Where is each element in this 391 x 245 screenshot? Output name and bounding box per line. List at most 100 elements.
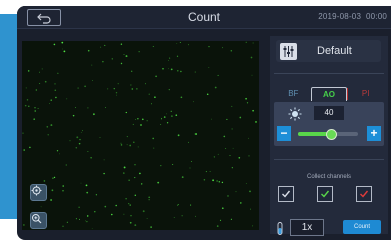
cell-dot — [212, 179, 215, 182]
magnification-value[interactable]: 1x — [290, 219, 324, 236]
cell-dot — [209, 171, 211, 172]
cell-dot — [214, 86, 217, 89]
cell-dot — [61, 41, 64, 44]
cell-dot — [55, 96, 57, 99]
count-button[interactable]: Count — [343, 220, 381, 234]
cell-dot — [208, 45, 210, 48]
cell-dot — [130, 214, 132, 217]
cell-dot — [104, 44, 106, 46]
cell-dot — [86, 215, 89, 217]
cell-dot — [52, 177, 54, 180]
cell-dot — [80, 131, 82, 133]
cell-dot — [176, 55, 179, 57]
cell-dot — [168, 60, 170, 61]
cell-dot — [217, 153, 219, 155]
cell-dot — [206, 93, 209, 95]
cell-dot — [39, 83, 41, 84]
cell-dot — [95, 194, 98, 196]
cell-dot — [251, 74, 253, 76]
cell-dot — [162, 68, 164, 70]
cell-dot — [145, 83, 146, 85]
cell-dot — [107, 88, 109, 90]
cell-dot — [231, 105, 233, 107]
cell-dot — [43, 180, 46, 182]
cell-dot — [120, 62, 123, 65]
cell-dot — [93, 113, 95, 116]
cell-dot — [222, 47, 224, 49]
cell-dot — [79, 218, 80, 220]
cell-dot — [177, 134, 180, 137]
cell-dot — [100, 46, 102, 48]
cell-dot — [148, 199, 150, 201]
default-button[interactable]: Default — [276, 40, 381, 62]
cell-dot — [34, 110, 36, 112]
cell-dot — [91, 64, 93, 66]
cell-dot — [141, 118, 144, 121]
cell-dot — [180, 96, 183, 99]
cell-dot — [103, 159, 105, 161]
cell-dot — [160, 118, 163, 120]
cell-dot — [229, 155, 231, 157]
cell-dot — [104, 205, 107, 208]
cell-dot — [56, 150, 59, 152]
device-screen: Count 2019-08-03 00:00 Default BF AO PI … — [17, 6, 391, 240]
cell-dot — [92, 80, 93, 81]
default-label: Default — [317, 45, 352, 57]
cell-dot — [131, 88, 134, 90]
cell-dot — [62, 48, 63, 50]
tab-pi[interactable]: PI — [348, 87, 383, 101]
collect-pi-checkbox[interactable] — [356, 186, 372, 202]
cell-dot — [140, 124, 142, 126]
cell-dot — [62, 225, 64, 227]
zoom-in-button[interactable] — [30, 212, 47, 229]
cell-dot — [179, 42, 181, 43]
cell-dot — [240, 202, 242, 204]
tab-ao[interactable]: AO — [310, 87, 348, 101]
cell-dot — [231, 167, 233, 169]
cell-dot — [87, 107, 89, 109]
cell-dot — [180, 70, 182, 73]
cell-dot — [111, 58, 113, 60]
cell-dot — [216, 225, 219, 227]
slider-knob[interactable] — [326, 129, 337, 140]
cell-dot — [54, 89, 57, 92]
cell-dot — [169, 57, 171, 59]
cell-dot — [166, 113, 167, 115]
cell-dot — [245, 97, 247, 100]
cell-dot — [168, 88, 170, 91]
brightness-increase-button[interactable]: + — [367, 126, 381, 141]
zoom-fit-button[interactable] — [30, 184, 47, 201]
time-text: 00:00 — [365, 12, 387, 21]
cell-dot — [168, 68, 169, 70]
collect-bf-checkbox[interactable] — [278, 186, 294, 202]
cell-dot — [75, 147, 78, 149]
cell-dot — [227, 195, 229, 197]
camera-preview[interactable] — [22, 41, 259, 230]
brightness-slider[interactable] — [298, 129, 358, 140]
cell-dot — [177, 70, 179, 72]
cell-dot — [208, 67, 210, 69]
cell-dot — [94, 210, 96, 213]
cell-dot — [232, 147, 234, 149]
cell-dot — [91, 228, 93, 230]
cell-dot — [252, 225, 254, 227]
cell-dot — [177, 204, 178, 206]
cell-image — [22, 41, 257, 230]
cell-dot — [86, 220, 88, 223]
cell-dot — [152, 137, 155, 140]
cell-dot — [153, 147, 155, 149]
cell-dot — [190, 204, 192, 206]
collect-ao-checkbox[interactable] — [317, 186, 333, 202]
tab-bf[interactable]: BF — [276, 87, 311, 101]
cell-dot — [79, 138, 81, 141]
cell-dot — [126, 144, 128, 146]
brightness-decrease-button[interactable]: − — [277, 126, 291, 141]
cell-dot — [230, 50, 233, 52]
cell-dot — [99, 137, 101, 138]
checkmark-icon — [321, 190, 330, 198]
cell-dot — [192, 101, 194, 103]
date-text: 2019-08-03 — [318, 12, 362, 21]
cell-dot — [134, 164, 136, 166]
brightness-value[interactable]: 40 — [314, 106, 344, 120]
collect-channels-label: Collect channels — [306, 174, 352, 180]
